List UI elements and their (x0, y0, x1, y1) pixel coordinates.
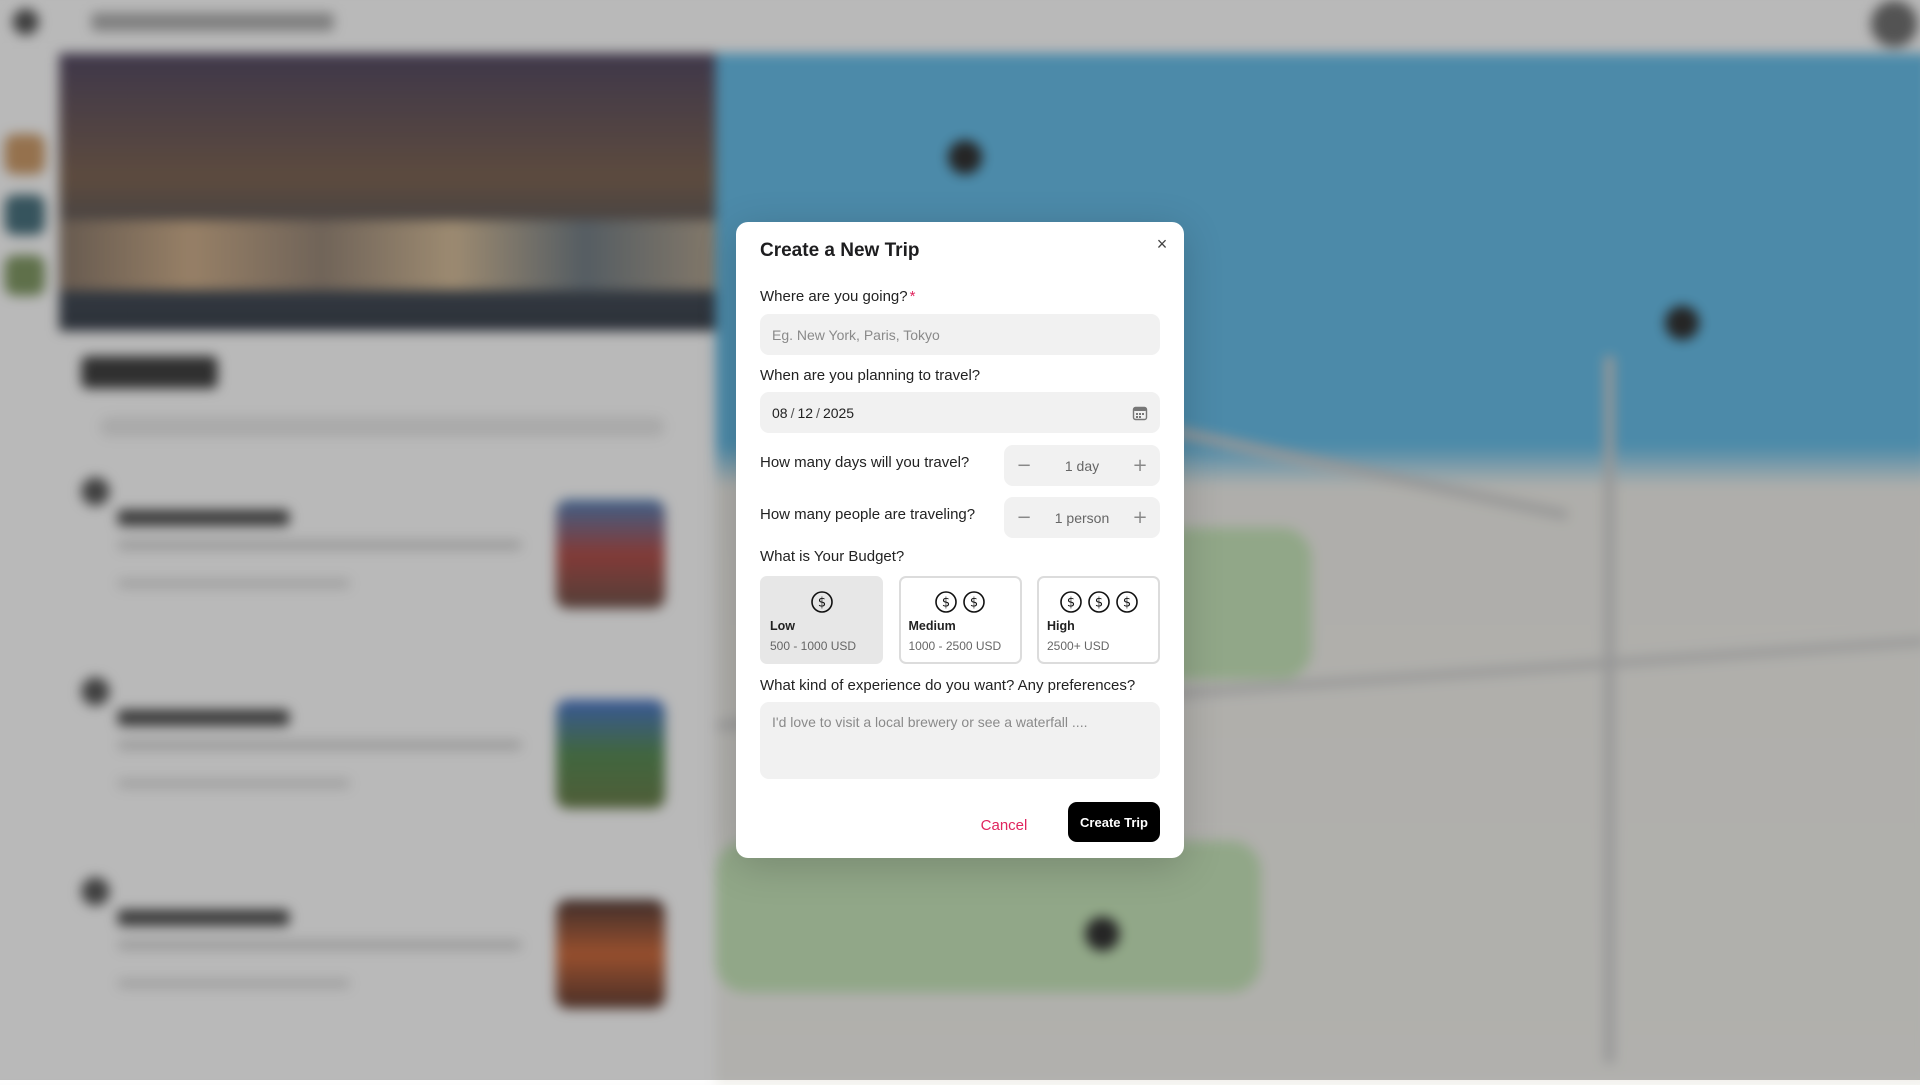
svg-text:$: $ (970, 596, 978, 611)
days-label: How many days will you travel? (760, 454, 970, 471)
days-increment-button[interactable]: + (1126, 452, 1154, 480)
dollar-coin-icon: $ (1059, 591, 1082, 613)
plus-icon: + (1132, 454, 1148, 476)
budget-option-medium[interactable]: $ $ Medium 1000 - 2500 USD (898, 576, 1022, 664)
svg-text:$: $ (942, 596, 950, 611)
travel-date-label: When are you planning to travel? (760, 367, 981, 384)
dollar-coin-icon: $ (1087, 591, 1110, 613)
people-increment-button[interactable]: + (1126, 504, 1154, 532)
date-day[interactable]: 12 (797, 405, 813, 421)
create-trip-button[interactable]: Create Trip (1068, 802, 1160, 842)
preferences-textarea[interactable] (760, 702, 1160, 779)
people-stepper: − 1 person + (1004, 497, 1160, 538)
svg-text:$: $ (817, 596, 825, 611)
budget-option-high[interactable]: $ $ $ High 2500+ USD (1037, 576, 1160, 664)
date-month[interactable]: 08 (772, 405, 788, 421)
minus-icon: − (1016, 454, 1032, 476)
people-value: 1 person (1054, 509, 1110, 526)
days-decrement-button[interactable]: − (1010, 452, 1038, 480)
budget-option-name: Medium (908, 619, 956, 633)
dollar-coin-icon: $ (935, 591, 957, 613)
people-label: How many people are traveling? (760, 506, 976, 523)
destination-label: Where are you going? * (760, 288, 916, 305)
days-stepper: − 1 day + (1004, 445, 1160, 486)
svg-text:$: $ (1066, 596, 1074, 611)
budget-option-name: High (1047, 619, 1075, 633)
plus-icon: + (1132, 506, 1148, 528)
destination-input[interactable] (760, 314, 1160, 355)
dollar-coin-icon: $ (963, 591, 985, 613)
close-button[interactable]: × (1150, 232, 1174, 256)
create-trip-dialog: Create a New Trip × Where are you going?… (736, 222, 1184, 858)
svg-text:$: $ (1094, 596, 1102, 611)
travel-date-input[interactable]: 08/12/2025 (760, 392, 1160, 433)
budget-option-range: 1000 - 2500 USD (908, 639, 1002, 653)
budget-option-range: 2500+ USD (1047, 639, 1110, 653)
dollar-coin-icon: $ (1115, 591, 1138, 613)
cancel-button[interactable]: Cancel (964, 807, 1044, 843)
svg-text:$: $ (1122, 596, 1130, 611)
budget-option-name: Low (770, 619, 795, 633)
dollar-coin-icon: $ (810, 591, 833, 613)
calendar-icon[interactable] (1132, 405, 1148, 421)
dialog-title: Create a New Trip (760, 240, 920, 261)
close-icon: × (1156, 234, 1168, 254)
budget-option-range: 500 - 1000 USD (770, 639, 857, 653)
budget-options: $ Low 500 - 1000 USD $ $ Medium 1000 - 25… (760, 576, 1160, 664)
budget-option-low[interactable]: $ Low 500 - 1000 USD (760, 576, 883, 664)
minus-icon: − (1016, 506, 1032, 528)
required-mark: * (909, 288, 916, 305)
date-year[interactable]: 2025 (823, 405, 854, 421)
budget-label: What is Your Budget? (760, 548, 905, 565)
people-decrement-button[interactable]: − (1010, 504, 1038, 532)
preferences-label: What kind of experience do you want? Any… (760, 677, 1136, 694)
days-value: 1 day (1064, 457, 1100, 474)
